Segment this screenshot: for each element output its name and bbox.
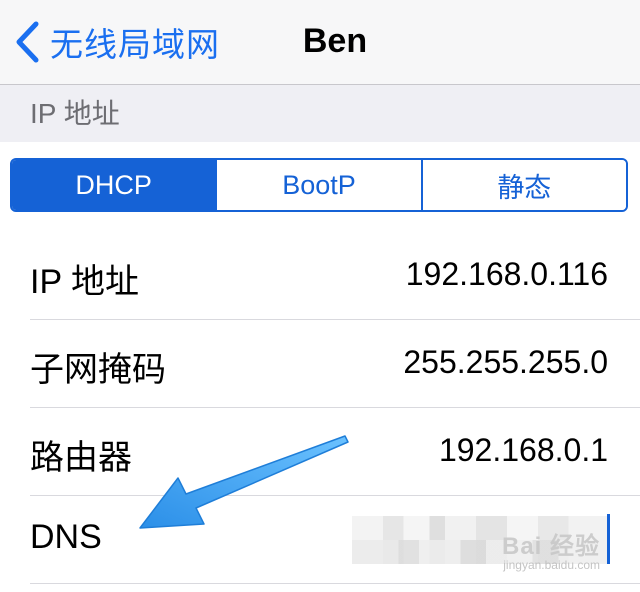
row-router[interactable]: 路由器 192.168.0.1 [0,408,640,496]
row-label: 子网掩码 [30,351,166,389]
row-dns[interactable]: DNS Bai 经验 jingyan.baidu.com [0,496,640,584]
row-label: DNS [30,518,102,556]
row-label: 路由器 [30,439,132,477]
navigation-bar: 无线局域网 Ben [0,0,640,85]
watermark-url: jingyan.baidu.com [503,558,600,572]
row-value: 192.168.0.1 [438,432,608,468]
row-separator [30,583,640,584]
ip-mode-segmented-control: DHCP BootP 静态 [10,158,628,212]
text-cursor [607,514,610,564]
watermark-logo: Bai 经验 [501,533,600,560]
row-value: 192.168.0.116 [405,256,608,292]
row-value: 255.255.255.0 [403,344,608,380]
segment-dhcp[interactable]: DHCP [12,160,216,210]
segment-bootp[interactable]: BootP [215,160,421,210]
page-title: Ben [302,22,368,60]
row-label: IP 地址 [30,263,139,301]
ip-mode-container: DHCP BootP 静态 [0,142,640,232]
section-header: IP 地址 [30,98,120,129]
row-ip-address[interactable]: IP 地址 192.168.0.116 [0,232,640,320]
segment-static[interactable]: 静态 [420,160,626,210]
ip-settings-list: IP 地址 192.168.0.116 子网掩码 255.255.255.0 路… [0,232,640,592]
row-subnet-mask[interactable]: 子网掩码 255.255.255.0 [0,320,640,408]
